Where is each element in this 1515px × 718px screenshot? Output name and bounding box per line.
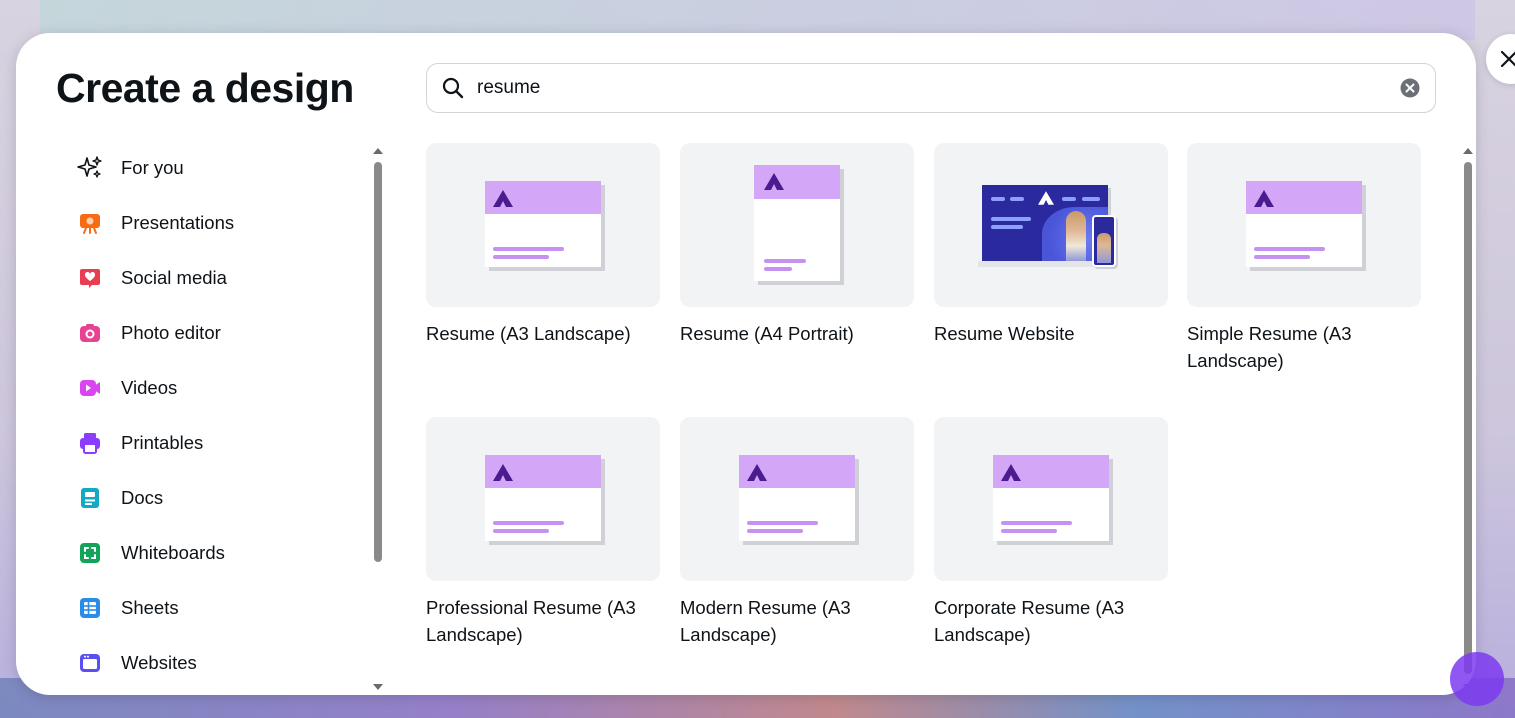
brand-logo-icon xyxy=(1254,190,1274,207)
sparkle-icon xyxy=(77,155,103,181)
video-icon xyxy=(77,375,103,401)
scroll-up-arrow[interactable] xyxy=(373,148,383,154)
sidebar-item-label: Social media xyxy=(121,266,227,288)
sidebar-item-websites[interactable]: Websites xyxy=(72,635,372,690)
heart-icon xyxy=(77,265,103,291)
background-fab-button xyxy=(1450,652,1504,706)
sidebar-item-label: Presentations xyxy=(121,211,235,233)
phone-preview xyxy=(1092,215,1116,267)
scroll-thumb[interactable] xyxy=(374,162,382,562)
result-label: Simple Resume (A3 Landscape) xyxy=(1187,323,1352,371)
printer-icon xyxy=(77,430,103,456)
result-thumbnail xyxy=(680,417,914,581)
result-card[interactable]: Resume (A3 Landscape) xyxy=(426,143,660,347)
category-sidebar: For you Presentations Social media Photo… xyxy=(72,140,372,690)
result-thumbnail xyxy=(680,143,914,307)
landscape-resume-preview xyxy=(993,455,1109,541)
sidebar-item-label: Docs xyxy=(121,486,164,508)
sidebar-item-label: Sheets xyxy=(121,596,179,618)
results-scrollbar[interactable] xyxy=(1463,148,1473,690)
brand-logo-icon xyxy=(747,464,767,481)
result-card[interactable]: Simple Resume (A3 Landscape) xyxy=(1187,143,1421,374)
sidebar-item-printables[interactable]: Printables xyxy=(72,415,372,470)
result-thumbnail xyxy=(426,417,660,581)
sidebar-item-label: Websites xyxy=(121,651,197,673)
brand-logo-icon xyxy=(493,190,513,207)
result-thumbnail xyxy=(934,417,1168,581)
whiteboard-icon xyxy=(77,540,103,566)
result-label: Corporate Resume (A3 Landscape) xyxy=(934,597,1125,645)
clear-icon[interactable] xyxy=(1399,77,1421,99)
landscape-resume-preview xyxy=(485,455,601,541)
result-thumbnail xyxy=(934,143,1168,307)
brand-logo-icon xyxy=(1038,191,1054,205)
result-thumbnail xyxy=(426,143,660,307)
brand-logo-icon xyxy=(1001,464,1021,481)
create-design-dialog: Create a design For you xyxy=(16,33,1476,695)
landscape-resume-preview xyxy=(485,181,601,267)
close-button[interactable] xyxy=(1486,34,1515,84)
landscape-resume-preview xyxy=(1246,181,1362,267)
website-resume-preview xyxy=(978,185,1124,279)
brand-logo-icon xyxy=(493,464,513,481)
search-input[interactable] xyxy=(477,77,1399,99)
search-icon xyxy=(442,77,464,99)
result-label: Resume (A3 Landscape) xyxy=(426,323,631,344)
doc-icon xyxy=(77,485,103,511)
sidebar-scrollbar[interactable] xyxy=(373,148,383,690)
result-card[interactable]: Resume Website xyxy=(934,143,1168,347)
sidebar-item-label: Whiteboards xyxy=(121,541,225,563)
result-label: Modern Resume (A3 Landscape) xyxy=(680,597,851,645)
result-label: Resume (A4 Portrait) xyxy=(680,323,854,344)
website-icon xyxy=(77,650,103,676)
sidebar-item-docs[interactable]: Docs xyxy=(72,470,372,525)
sidebar-item-sheets[interactable]: Sheets xyxy=(72,580,372,635)
sidebar-item-whiteboards[interactable]: Whiteboards xyxy=(72,525,372,580)
result-card[interactable]: Resume (A4 Portrait) xyxy=(680,143,914,347)
presentation-icon xyxy=(77,210,103,236)
brand-logo-icon xyxy=(764,173,784,190)
sidebar-item-label: Videos xyxy=(121,376,178,398)
sidebar-item-presentations[interactable]: Presentations xyxy=(72,195,372,250)
result-card[interactable]: Modern Resume (A3 Landscape) xyxy=(680,417,914,648)
search-bar[interactable] xyxy=(426,63,1436,113)
scroll-up-arrow[interactable] xyxy=(1463,148,1473,154)
scroll-thumb[interactable] xyxy=(1464,162,1472,674)
result-card[interactable]: Professional Resume (A3 Landscape) xyxy=(426,417,660,648)
result-label: Professional Resume (A3 Landscape) xyxy=(426,597,636,645)
sidebar-item-videos[interactable]: Videos xyxy=(72,360,372,415)
sheets-icon xyxy=(77,595,103,621)
sidebar-item-label: For you xyxy=(121,156,184,178)
dialog-title: Create a design xyxy=(56,65,354,111)
result-thumbnail xyxy=(1187,143,1421,307)
sidebar-item-label: Printables xyxy=(121,431,204,453)
close-icon xyxy=(1500,50,1515,68)
sidebar-item-label: Photo editor xyxy=(121,321,221,343)
sidebar-item-for-you[interactable]: For you xyxy=(72,140,372,195)
result-label: Resume Website xyxy=(934,323,1075,344)
landscape-resume-preview xyxy=(739,455,855,541)
scroll-down-arrow[interactable] xyxy=(373,684,383,690)
portrait-resume-preview xyxy=(754,165,840,281)
sidebar-item-photo-editor[interactable]: Photo editor xyxy=(72,305,372,360)
sidebar-item-social-media[interactable]: Social media xyxy=(72,250,372,305)
result-card[interactable]: Corporate Resume (A3 Landscape) xyxy=(934,417,1168,648)
camera-icon xyxy=(77,320,103,346)
